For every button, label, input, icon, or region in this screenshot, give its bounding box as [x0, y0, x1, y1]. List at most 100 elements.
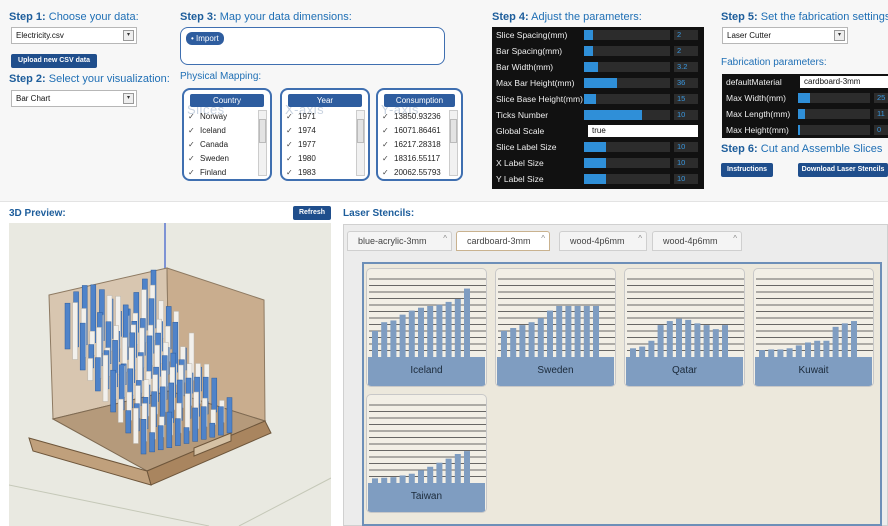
stencil-card[interactable]: Sweden	[495, 268, 616, 387]
slider-fill	[584, 174, 606, 184]
mapping-item[interactable]: ✓ Sweden	[188, 152, 229, 166]
parameter-text-input[interactable]: true	[588, 125, 698, 137]
chevron-down-icon: ▾	[123, 30, 134, 41]
import-chip[interactable]: • Import	[186, 32, 224, 45]
mapping-item[interactable]: ✓ 20062.55793	[382, 166, 441, 180]
mapping-item[interactable]: ✓ 1974	[286, 124, 316, 138]
3d-bar	[64, 302, 71, 350]
mapping-item[interactable]: ✓ Canada	[188, 138, 229, 152]
scrollbar[interactable]	[258, 110, 267, 176]
3d-bar	[87, 358, 94, 381]
caret-up-icon: ^	[733, 234, 737, 243]
tab-material[interactable]: cardboard-3mm ^	[456, 231, 550, 251]
mapping-item-label: 16071.86461	[394, 126, 441, 135]
yaxis-list: ✓ 13850.93236 ✓ 16071.86461 ✓ 16217.28318 ✓ 183…	[382, 110, 441, 180]
parameter-slider[interactable]	[798, 93, 870, 103]
chevron-down-icon: ▾	[123, 93, 134, 104]
parameter-value[interactable]: 10	[674, 174, 698, 184]
data-file-select[interactable]: Electricity.csv ▾	[11, 27, 137, 44]
mapping-item[interactable]: ✓ 16217.28318	[382, 138, 441, 152]
stencil-card[interactable]: Taiwan	[366, 394, 487, 513]
stencil-bar	[501, 330, 507, 357]
mapping-item[interactable]: ✓ 1983	[286, 166, 316, 180]
caret-up-icon: ^	[443, 234, 447, 243]
checkmark-icon: ✓	[188, 140, 195, 149]
parameter-slider[interactable]	[584, 62, 670, 72]
tab-material[interactable]: wood-4p6mm ^	[559, 231, 647, 251]
stencil-bar	[427, 305, 434, 357]
parameter-slider[interactable]	[798, 125, 870, 135]
mapping-item[interactable]: ✓ 16071.86461	[382, 124, 441, 138]
mapping-item[interactable]: ✓ 1971	[286, 110, 316, 124]
parameter-value[interactable]: 11	[874, 109, 888, 119]
parameter-value[interactable]: 3.2	[674, 62, 698, 72]
slices-header: Country	[190, 94, 264, 107]
stencil-card[interactable]: Qatar	[624, 268, 745, 387]
mapping-item[interactable]: ✓ 1980	[286, 152, 316, 166]
3d-model-render	[9, 223, 331, 526]
parameter-value[interactable]: 25	[874, 93, 888, 103]
parameter-slider[interactable]	[798, 109, 870, 119]
stencil-card[interactable]: Iceland	[366, 268, 487, 387]
parameter-slider[interactable]	[584, 174, 670, 184]
parameter-value[interactable]: 10	[674, 158, 698, 168]
visualization-select[interactable]: Bar Chart ▾	[11, 90, 137, 107]
slider-fill	[798, 93, 810, 103]
checkmark-icon: ✓	[382, 168, 389, 177]
import-dropzone[interactable]: • Import	[180, 27, 445, 65]
download-stencils-button[interactable]: Download Laser Stencils	[798, 163, 888, 177]
scrollbar[interactable]	[449, 110, 458, 176]
parameter-slider[interactable]	[584, 46, 670, 56]
mapping-item[interactable]: ✓ Norway	[188, 110, 229, 124]
mapping-item[interactable]: ✓ Iceland	[188, 124, 229, 138]
parameter-slider[interactable]	[584, 30, 670, 40]
mapping-item[interactable]: ✓ 13850.93236	[382, 110, 441, 124]
stencil-label: Iceland	[410, 365, 443, 376]
mapping-item-label: 18316.55117	[394, 154, 441, 163]
upload-csv-button[interactable]: Upload new CSV data	[11, 54, 97, 68]
3d-bar	[183, 427, 190, 444]
scrollbar[interactable]	[356, 110, 365, 176]
3d-preview-viewport[interactable]	[9, 223, 331, 526]
parameter-slider[interactable]	[584, 94, 670, 104]
parameter-value[interactable]: 10	[674, 110, 698, 120]
mapping-item[interactable]: ✓ Finland	[188, 166, 229, 180]
fabrication-panel: defaultMaterial cardboard-3mm Max Width(mm…	[722, 74, 888, 138]
machine-select[interactable]: Laser Cutter ▾	[722, 27, 848, 44]
parameter-value[interactable]: 36	[674, 78, 698, 88]
parameter-label: Y Label Size	[496, 174, 544, 184]
parameter-slider[interactable]	[584, 110, 670, 120]
instructions-button[interactable]: Instructions	[721, 163, 773, 177]
parameter-slider[interactable]	[584, 142, 670, 152]
stencil-bar	[436, 304, 443, 357]
stencil-bar	[832, 326, 839, 357]
stencil-card[interactable]: Kuwait	[753, 268, 874, 387]
refresh-button[interactable]: Refresh	[293, 206, 331, 220]
checkmark-icon: ✓	[382, 154, 389, 163]
parameter-label: Slice Spacing(mm)	[496, 30, 568, 40]
mapping-item[interactable]: ✓ 18316.55117	[382, 152, 441, 166]
parameter-row: Bar Width(mm) 3.2	[492, 59, 704, 75]
yaxis-mapping[interactable]: Y-axis Consumption ✓ 13850.93236 ✓ 16071.86…	[376, 88, 463, 181]
mapping-item[interactable]: ✓ 1977	[286, 138, 316, 152]
checkmark-icon: ✓	[188, 168, 195, 177]
3d-bar	[157, 425, 164, 451]
parameter-value[interactable]: 2	[674, 30, 698, 40]
parameter-value[interactable]: 15	[674, 94, 698, 104]
checkmark-icon: ✓	[188, 126, 195, 135]
stencil-bar	[676, 318, 682, 357]
parameter-text-input[interactable]: cardboard-3mm	[800, 76, 888, 88]
parameter-value[interactable]: 10	[674, 142, 698, 152]
slices-mapping[interactable]: Slices Country ✓ Norway ✓ Iceland ✓ Canada ✓ Sw…	[182, 88, 272, 181]
xaxis-mapping[interactable]: X-axis Year ✓ 1971 ✓ 1974 ✓ 1977 ✓ 1980 ✓ 1983	[280, 88, 370, 181]
3d-bar	[72, 302, 78, 360]
parameter-value[interactable]: 2	[674, 46, 698, 56]
stencil-bar	[372, 330, 378, 357]
tab-material[interactable]: wood-4p6mm ^	[652, 231, 742, 251]
preview-title: 3D Preview:	[9, 208, 66, 219]
parameter-slider[interactable]	[584, 158, 670, 168]
parameter-slider[interactable]	[584, 78, 670, 88]
stencil-label: Taiwan	[410, 491, 443, 502]
tab-material[interactable]: blue-acrylic-3mm ^	[347, 231, 452, 251]
parameter-value[interactable]: 0	[874, 125, 888, 135]
